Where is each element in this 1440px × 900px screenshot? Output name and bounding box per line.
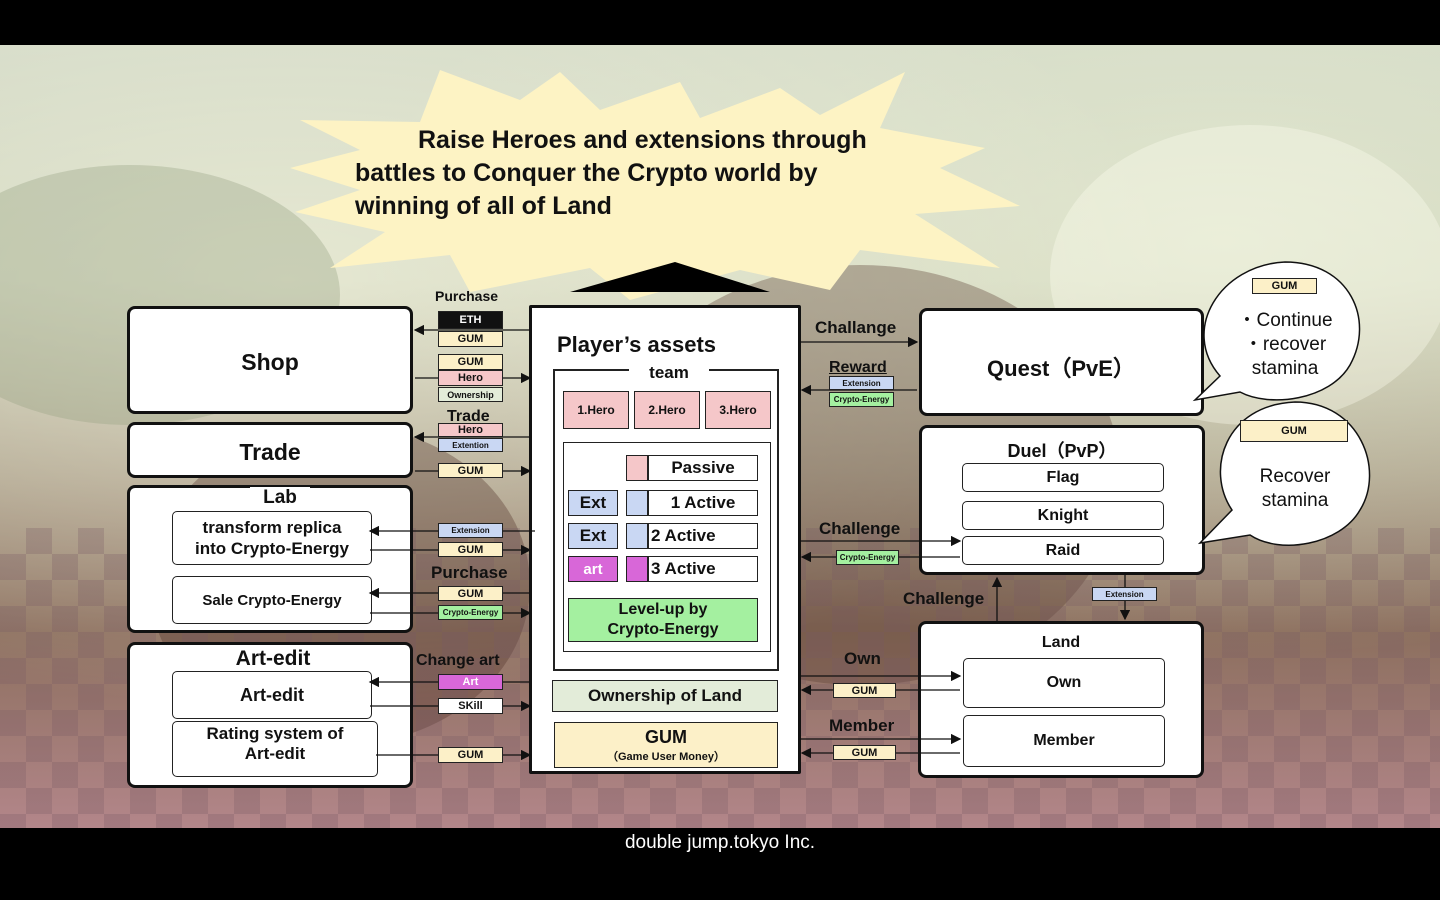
tag-hero-trade: Hero xyxy=(438,423,503,437)
label-change-art: Change art xyxy=(416,652,500,669)
label-own: Own xyxy=(844,649,881,668)
tag-art: Art xyxy=(438,674,503,690)
footer-credit: double jump.tokyo Inc. xyxy=(624,832,816,853)
tag-gum-shop: GUM xyxy=(438,354,503,370)
tag-hero-shop: Hero xyxy=(438,370,503,386)
tag-ownership-shop: Ownership xyxy=(438,387,503,402)
tag-skill: SKill xyxy=(438,698,503,714)
tag-eth: ETH xyxy=(438,311,503,329)
tag-gum-shop-in: GUM xyxy=(438,331,503,347)
tag-gum-trade: GUM xyxy=(438,463,503,478)
tag-extention-trade: Extention xyxy=(438,438,503,452)
tag-gum-purchase: GUM xyxy=(438,586,503,601)
tag-gum-own: GUM xyxy=(833,683,896,698)
label-challange: Challange xyxy=(815,318,897,337)
tag-gum-member: GUM xyxy=(833,745,896,760)
label-challenge: Challenge xyxy=(819,519,901,538)
tag-extension-lab: Extension xyxy=(438,523,503,538)
tag-crypto-energy-purchase: Crypto-Energy xyxy=(438,605,503,620)
label-reward: Reward xyxy=(829,359,887,376)
label-challenge-land: Challenge xyxy=(903,589,985,608)
label-member: Member xyxy=(829,716,895,735)
tag-gum-lab: GUM xyxy=(438,542,503,557)
tag-extension-land: Extension xyxy=(1092,587,1157,601)
tag-crypto-energy-duel: Crypto-Energy xyxy=(836,550,899,565)
tag-extension-reward: Extension xyxy=(829,376,894,390)
label-purchase: Purchase xyxy=(435,288,499,304)
tag-gum-rating: GUM xyxy=(438,747,503,763)
label-purchase-energy: Purchase xyxy=(431,563,508,582)
flow-arrows xyxy=(368,324,1131,761)
tag-crypto-energy-reward: Crypto-Energy xyxy=(829,392,894,407)
